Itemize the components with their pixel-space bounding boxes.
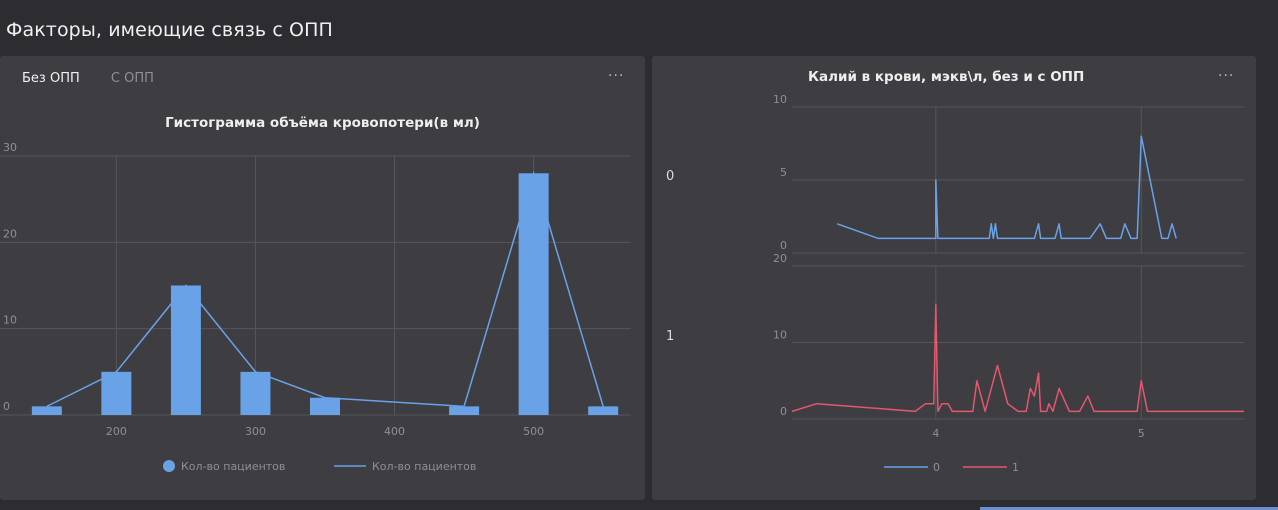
y-tick-label: 5	[780, 166, 787, 179]
y-tick-label: 0	[780, 239, 787, 252]
page-title: Факторы, имеющие связь с ОПП	[6, 19, 333, 41]
y-tick-label: 20	[3, 227, 17, 240]
legend-marker-bar	[163, 460, 175, 472]
histogram-panel: Без ОПП С ОПП ··· Гистограмма объёма кро…	[0, 56, 645, 500]
histogram-bar	[101, 371, 132, 415]
series-line-0	[836, 135, 1177, 240]
y-tick-label: 0	[3, 400, 10, 413]
y-tick-label: 10	[3, 314, 17, 327]
y-tick-label: 20	[773, 252, 787, 265]
x-tick-label: 500	[523, 425, 544, 438]
y-tick-label: 10	[773, 329, 787, 342]
histogram-bar	[170, 285, 201, 415]
x-tick-label: 300	[245, 425, 266, 438]
x-tick-label: 400	[384, 425, 405, 438]
legend-label-bar: Кол-во пациентов	[181, 460, 285, 473]
legend-label-line: Кол-во пациентов	[372, 460, 476, 473]
histogram-bar	[588, 406, 619, 415]
potassium-panel: Калий в крови, мэкв\л, без и с ОПП ··· 0…	[652, 56, 1256, 500]
x-tick-label: 5	[1138, 427, 1145, 440]
histogram-chart: 0 10 20 30 200 300 400 500 Кол-во пациентов Кол-в…	[0, 141, 631, 473]
histogram-bar	[240, 371, 271, 415]
y-tick-label: 30	[3, 141, 17, 154]
legend-label-1: 1	[1012, 461, 1019, 474]
histogram-bar	[310, 397, 340, 415]
y-tick-label: 0	[780, 405, 787, 418]
histogram-bar	[31, 406, 62, 415]
potassium-chart: 0 5 10 0 10 20 4 5 0 1	[773, 93, 1244, 474]
x-tick-label: 4	[932, 427, 939, 440]
legend-label-0: 0	[933, 461, 940, 474]
x-tick-label: 200	[106, 425, 127, 438]
histogram-bar	[449, 406, 480, 415]
series-line-1	[791, 303, 1244, 413]
y-tick-label: 10	[773, 93, 787, 106]
